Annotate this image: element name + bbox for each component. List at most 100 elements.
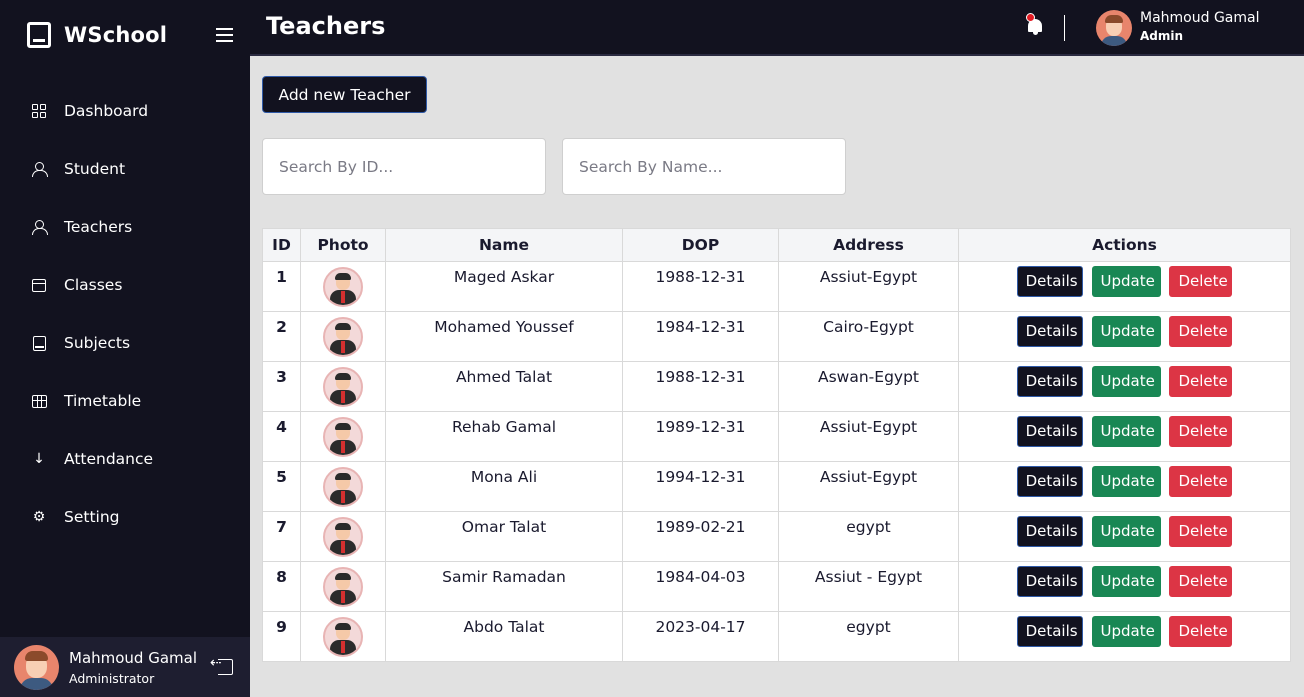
cell-actions: Details Update Delete [958,461,1291,512]
cell-photo [300,611,386,662]
cell-name: Ahmed Talat [385,361,623,412]
cell-address: Assiut - Egypt [778,561,959,612]
update-button[interactable]: Update [1091,316,1161,347]
details-button[interactable]: Details [1016,466,1083,497]
cell-dop: 2023-04-17 [622,611,779,662]
table-row: 4 Rehab Gamal 1989-12-31 Assiut-Egypt De… [262,411,1291,462]
details-button[interactable]: Details [1016,516,1083,547]
avatar[interactable] [1096,10,1132,46]
teacher-photo [323,417,363,457]
sidebar-item-label: Teachers [64,218,133,236]
sidebar: WSchool Dashboard Student Teachers Class… [0,0,250,697]
details-button[interactable]: Details [1016,616,1083,647]
cell-actions: Details Update Delete [958,511,1291,562]
brand[interactable]: WSchool [27,22,167,48]
details-button[interactable]: Details [1016,366,1083,397]
user-icon [31,161,48,177]
sidebar-item-attendance[interactable]: ↓ Attendance [0,430,250,488]
cell-id: 5 [262,461,301,512]
cell-actions: Details Update Delete [958,411,1291,462]
delete-button[interactable]: Delete [1169,266,1233,297]
column-header-name: Name [385,228,623,262]
cell-name: Maged Askar [385,261,623,312]
notification-dot [1026,13,1035,22]
teacher-photo [323,267,363,307]
add-teacher-button[interactable]: Add new Teacher [262,76,427,113]
delete-button[interactable]: Delete [1169,616,1233,647]
details-button[interactable]: Details [1016,316,1083,347]
sidebar-item-classes[interactable]: Classes [0,256,250,314]
update-button[interactable]: Update [1091,466,1161,497]
table-body: 1 Maged Askar 1988-12-31 Assiut-Egypt De… [262,261,1291,662]
search-name-input[interactable] [562,138,846,195]
cell-dop: 1989-12-31 [622,411,779,462]
teacher-photo [323,367,363,407]
details-button[interactable]: Details [1016,266,1083,297]
cell-photo [300,511,386,562]
cell-actions: Details Update Delete [958,311,1291,362]
sidebar-item-subjects[interactable]: Subjects [0,314,250,372]
cell-dop: 1984-04-03 [622,561,779,612]
teacher-photo [323,617,363,657]
table-row: 3 Ahmed Talat 1988-12-31 Aswan-Egypt Det… [262,361,1291,412]
delete-button[interactable]: Delete [1169,366,1233,397]
page-title: Teachers [266,12,386,40]
cell-address: Cairo-Egypt [778,311,959,362]
cell-id: 7 [262,511,301,562]
sidebar-item-label: Subjects [64,334,131,352]
gear-icon: ⚙ [32,509,46,525]
cell-name: Mohamed Youssef [385,311,623,362]
sidebar-item-setting[interactable]: ⚙ Setting [0,488,250,546]
delete-button[interactable]: Delete [1169,566,1233,597]
table-icon [31,393,47,409]
logout-icon[interactable] [210,655,233,675]
menu-toggle-icon[interactable] [216,28,233,46]
delete-button[interactable]: Delete [1169,516,1233,547]
header-user[interactable]: Mahmoud Gamal Admin [1140,10,1259,43]
table-row: 1 Maged Askar 1988-12-31 Assiut-Egypt De… [262,261,1291,312]
cell-address: Assiut-Egypt [778,411,959,462]
book-icon [31,335,47,351]
search-id-input[interactable] [262,138,546,195]
sidebar-item-label: Student [64,160,126,178]
divider [1064,15,1065,41]
update-button[interactable]: Update [1091,366,1161,397]
update-button[interactable]: Update [1091,616,1161,647]
column-header-actions: Actions [958,228,1291,262]
cell-dop: 1988-12-31 [622,261,779,312]
cell-photo [300,261,386,312]
cell-actions: Details Update Delete [958,561,1291,612]
table-row: 9 Abdo Talat 2023-04-17 egypt Details Up… [262,611,1291,662]
sidebar-user-panel: Mahmoud Gamal Administrator [0,637,250,697]
delete-button[interactable]: Delete [1169,416,1233,447]
cell-photo [300,411,386,462]
sidebar-item-teachers[interactable]: Teachers [0,198,250,256]
sidebar-item-dashboard[interactable]: Dashboard [0,82,250,140]
sidebar-item-student[interactable]: Student [0,140,250,198]
update-button[interactable]: Update [1091,416,1161,447]
brand-name: WSchool [64,23,168,47]
details-button[interactable]: Details [1016,416,1083,447]
cell-id: 9 [262,611,301,662]
cell-photo [300,311,386,362]
update-button[interactable]: Update [1091,566,1161,597]
footer-user-name: Mahmoud Gamal [69,648,198,667]
update-button[interactable]: Update [1091,516,1161,547]
footer-user-role: Administrator [69,670,155,686]
delete-button[interactable]: Delete [1169,316,1233,347]
column-header-dop: DOP [622,228,779,262]
cell-address: Assiut-Egypt [778,261,959,312]
bell-icon[interactable] [1026,13,1042,35]
details-button[interactable]: Details [1016,566,1083,597]
sidebar-item-timetable[interactable]: Timetable [0,372,250,430]
cell-name: Omar Talat [385,511,623,562]
update-button[interactable]: Update [1091,266,1161,297]
cell-id: 2 [262,311,301,362]
cell-actions: Details Update Delete [958,261,1291,312]
cell-photo [300,361,386,412]
sidebar-item-label: Dashboard [64,102,149,120]
table-row: 5 Mona Ali 1994-12-31 Assiut-Egypt Detai… [262,461,1291,512]
cell-actions: Details Update Delete [958,611,1291,662]
sidebar-item-label: Classes [64,276,123,294]
delete-button[interactable]: Delete [1169,466,1233,497]
